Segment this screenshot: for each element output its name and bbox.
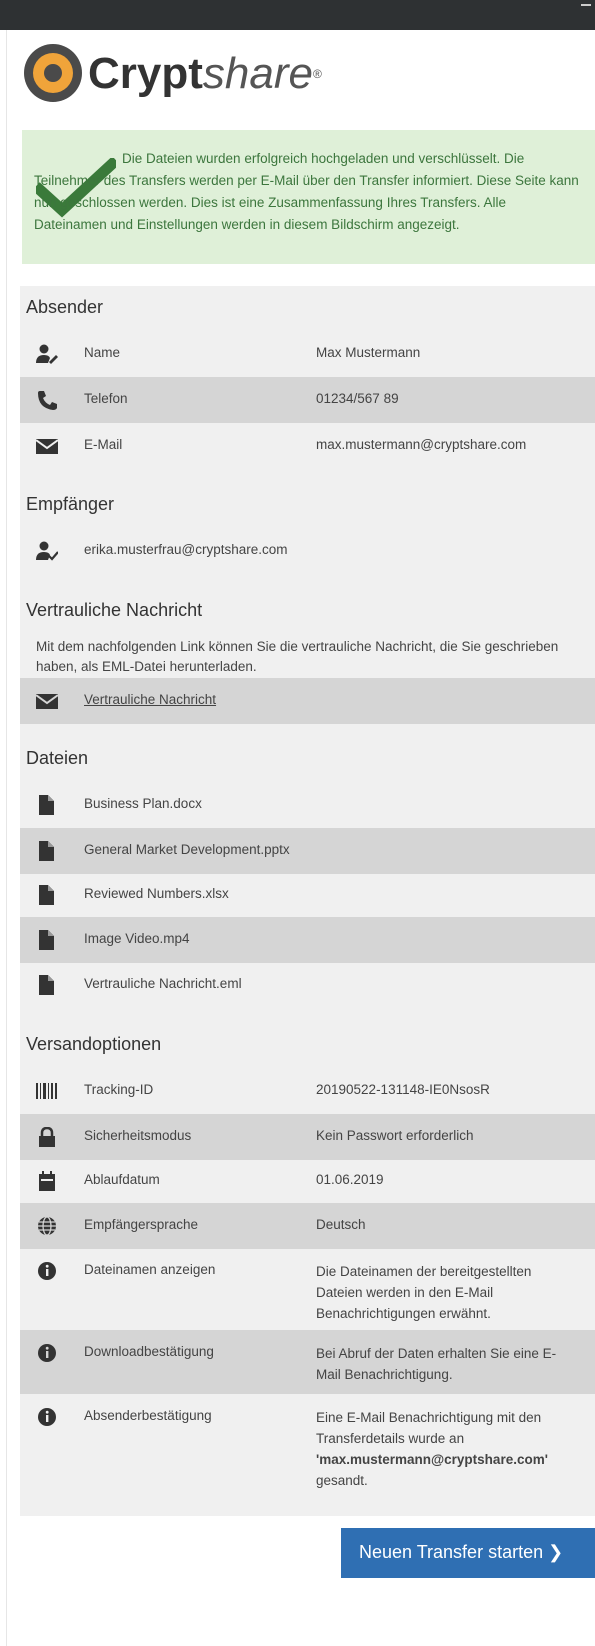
file-icon <box>39 975 54 995</box>
page-edge <box>0 30 7 1646</box>
confidential-row: Vertrauliche Nachricht <box>20 678 595 724</box>
sender-row-phone: Telefon 01234/567 89 <box>20 377 595 423</box>
section-title-confidential: Vertrauliche Nachricht <box>26 600 203 620</box>
user-check-icon <box>36 541 58 561</box>
tracking-id-value: 20190522-131148-IE0NsosR <box>316 1082 490 1097</box>
section-title-recipients: Empfänger <box>26 494 115 514</box>
globe-icon <box>38 1216 56 1236</box>
option-label: Tracking-ID <box>84 1082 154 1097</box>
file-name: Vertrauliche Nachricht.eml <box>84 976 242 991</box>
recipient-language-value: Deutsch <box>316 1217 366 1232</box>
option-label: Dateinamen anzeigen <box>84 1262 216 1277</box>
option-row-sender-confirmation: Absenderbestätigung Eine E-Mail Benachri… <box>20 1394 595 1498</box>
confidential-message-link[interactable]: Vertrauliche Nachricht <box>84 692 216 707</box>
sender-phone-value: 01234/567 89 <box>316 391 399 406</box>
file-icon <box>39 930 54 950</box>
user-edit-icon <box>36 344 58 364</box>
new-transfer-button[interactable]: Neuen Transfer starten ❯ <box>341 1528 595 1578</box>
security-mode-value: Kein Passwort erforderlich <box>316 1128 474 1143</box>
section-title-files: Dateien <box>26 748 89 768</box>
option-row-expiry: Ablaufdatum 01.06.2019 <box>20 1158 595 1204</box>
expiry-date-value: 01.06.2019 <box>316 1172 384 1187</box>
section-title-sender: Absender <box>26 297 104 317</box>
file-row: Image Video.mp4 <box>20 917 595 963</box>
info-icon <box>38 1408 56 1426</box>
option-row-security: Sicherheitsmodus Kein Passwort erforderl… <box>20 1114 595 1160</box>
option-row-download-confirmation: Downloadbestätigung Bei Abruf der Daten … <box>20 1330 595 1394</box>
file-name: Business Plan.docx <box>84 796 202 811</box>
sender-email-value: max.mustermann@cryptshare.com <box>316 437 527 452</box>
barcode-icon <box>36 1083 57 1099</box>
logo: Cryptshare® <box>24 44 324 104</box>
file-row: Reviewed Numbers.xlsx <box>20 872 595 918</box>
window-control[interactable] <box>581 4 591 6</box>
file-icon <box>39 841 54 861</box>
success-message: Die Dateien wurden erfolgreich hochgelad… <box>34 151 579 232</box>
sender-confirmation-value: Eine E-Mail Benachrichtigung mit den Tra… <box>316 1410 548 1488</box>
success-alert: Die Dateien wurden erfolgreich hochgelad… <box>22 130 595 264</box>
sender-name-label: Name <box>84 345 121 360</box>
option-label: Ablaufdatum <box>84 1172 160 1187</box>
file-row: Vertrauliche Nachricht.eml <box>20 962 595 1008</box>
sender-row-email: E-Mail max.mustermann@cryptshare.com <box>20 423 595 469</box>
show-filenames-value: Die Dateinamen der bereitgestellten Date… <box>316 1264 532 1321</box>
info-icon <box>38 1262 56 1280</box>
recipient-email: erika.musterfrau@cryptshare.com <box>84 542 288 557</box>
option-row-show-filenames: Dateinamen anzeigen Die Dateinamen der b… <box>20 1248 595 1330</box>
option-label: Absenderbestätigung <box>84 1408 212 1423</box>
download-confirmation-value: Bei Abruf der Daten erhalten Sie eine E-… <box>316 1346 557 1382</box>
lock-icon <box>39 1127 55 1147</box>
brand-name: Cryptshare® <box>88 49 322 98</box>
confidential-description: Mit dem nachfolgenden Link können Sie di… <box>36 639 559 674</box>
cryptshare-logo-icon <box>24 44 82 102</box>
file-row: General Market Development.pptx <box>20 828 595 874</box>
phone-icon <box>38 391 57 410</box>
calendar-icon <box>39 1171 55 1191</box>
sender-email-label: E-Mail <box>84 437 123 452</box>
envelope-icon <box>36 439 58 454</box>
file-name: General Market Development.pptx <box>84 842 290 857</box>
recipient-row: erika.musterfrau@cryptshare.com <box>20 528 595 574</box>
file-icon <box>39 795 54 815</box>
option-row-language: Empfängersprache Deutsch <box>20 1203 595 1249</box>
file-icon <box>39 885 54 905</box>
sender-name-value: Max Mustermann <box>316 345 421 360</box>
option-row-tracking: Tracking-ID 20190522-131148-IE0NsosR <box>20 1068 595 1114</box>
envelope-icon <box>36 694 58 709</box>
info-icon <box>38 1344 56 1362</box>
option-label: Sicherheitsmodus <box>84 1128 192 1143</box>
sender-phone-label: Telefon <box>84 391 128 406</box>
sender-row-name: Name Max Mustermann <box>20 331 595 377</box>
file-name: Image Video.mp4 <box>84 931 190 946</box>
file-name: Reviewed Numbers.xlsx <box>84 886 229 901</box>
section-title-options: Versandoptionen <box>26 1034 162 1054</box>
top-bar <box>0 0 595 30</box>
file-row: Business Plan.docx <box>20 782 595 828</box>
option-label: Empfängersprache <box>84 1217 199 1232</box>
option-label: Downloadbestätigung <box>84 1344 214 1359</box>
